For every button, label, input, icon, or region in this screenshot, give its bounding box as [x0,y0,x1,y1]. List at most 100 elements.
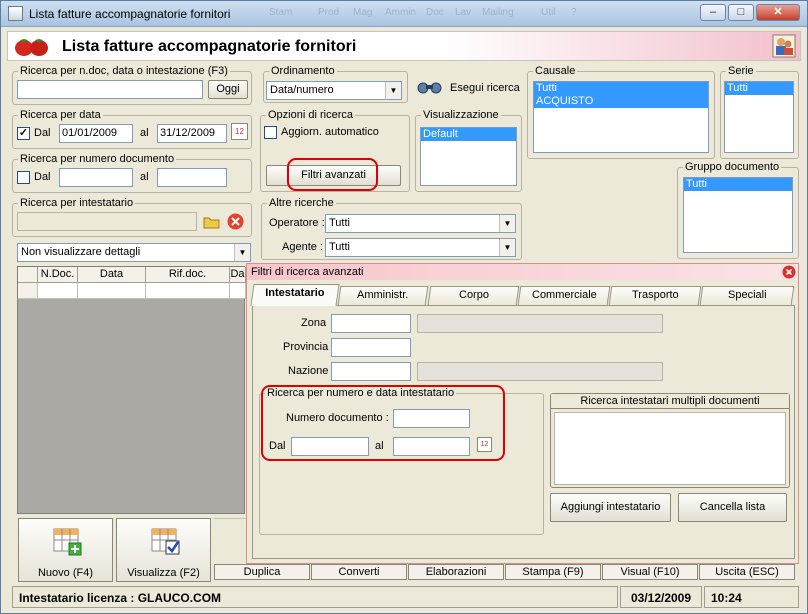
ordering-select[interactable]: Data/numero ▼ [266,81,402,100]
bg-menu-item: Doc [426,7,444,18]
tab-panel-intestatario: Zona Provincia Nazione Ricerca per numer… [252,305,795,559]
list-item[interactable]: Tutti [534,82,708,95]
documents-grid[interactable]: N.Doc. Data Rif.doc. Da [17,266,246,514]
date-checkbox[interactable]: ✓ [17,127,30,140]
close-icon[interactable] [782,265,796,279]
print-button[interactable]: Stampa (F9) [505,564,601,580]
run-search-label: Esegui ricerca [450,82,520,94]
operator-select[interactable]: Tutti ▼ [325,214,516,233]
details-select-value: Non visualizzare dettagli [21,246,141,258]
view-button[interactable]: Visualizza (F2) [116,518,211,582]
grid-header-more[interactable]: Da [230,267,246,283]
tab-intestatario[interactable]: Intestatario [250,284,340,306]
causale-legend: Causale [533,65,578,77]
province-input[interactable] [331,338,411,357]
nation-description [417,362,663,381]
grid-header-data[interactable]: Data [78,267,146,283]
strawberries-icon [15,39,48,56]
holder-input[interactable] [17,212,197,231]
auto-update-checkbox[interactable] [264,126,277,139]
visual-button[interactable]: Visual (F10) [602,564,698,580]
agent-select[interactable]: Tutti ▼ [325,238,516,257]
bg-menu-item: Prod [318,7,340,18]
today-button[interactable]: Oggi [208,80,248,99]
chevron-down-icon[interactable]: ▼ [234,244,250,261]
ordering-legend: Ordinamento [269,65,337,77]
docnum-from-input[interactable] [59,168,133,187]
operator-value: Tutti [329,217,350,229]
dialog-title-bar: Filtri di ricerca avanzati [247,264,798,280]
table-row[interactable] [78,283,146,299]
tab-speciali[interactable]: Speciali [699,286,795,305]
doc-group-list[interactable]: Tutti [683,177,793,253]
exit-button[interactable]: Uscita (ESC) [699,564,795,580]
docnum-to-input[interactable] [157,168,227,187]
grid-header-rifdoc[interactable]: Rif.doc. [146,267,230,283]
table-row[interactable] [38,283,78,299]
details-select[interactable]: Non visualizzare dettagli ▼ [17,243,251,262]
table-row[interactable] [230,283,246,299]
binoculars-icon [417,82,442,94]
serie-legend: Serie [726,65,756,77]
bg-menu-item: Stam [269,7,293,18]
minimize-button[interactable]: – [700,4,726,21]
bg-menu-item: Lav [455,7,472,18]
chevron-down-icon[interactable]: ▼ [499,239,515,256]
search-holder-legend: Ricerca per intestatario [18,197,136,209]
auto-update-label: Aggiorn. automatico [281,126,379,138]
zone-label: Zona [301,317,327,329]
view-list[interactable]: Default [420,127,517,186]
tab-corpo[interactable]: Corpo [427,286,520,305]
duplicate-button[interactable]: Duplica [214,564,310,580]
status-time: 10:24 [704,586,799,608]
agent-value: Tutti [329,241,350,253]
list-item[interactable]: ACQUISTO [534,95,708,108]
new-grid-icon [53,528,82,556]
clear-holder-icon[interactable] [226,212,245,231]
docnum-checkbox[interactable] [17,171,30,184]
multi-holders-group: Ricerca intestatari multipli documenti [550,393,790,488]
advanced-filters-dialog: Filtri di ricerca avanzati Intestatario … [246,263,799,564]
zone-input[interactable] [331,314,411,333]
grid-header-indicator [18,267,38,283]
convert-button[interactable]: Converti [311,564,407,580]
table-row[interactable] [146,283,230,299]
operator-label: Operatore : [269,217,325,229]
run-search-button[interactable]: Esegui ricerca [413,74,523,102]
docnum-from-label: Dal [34,171,51,183]
add-holder-button[interactable]: Aggiungi intestatario [550,493,671,522]
search-text-input[interactable] [17,80,203,99]
clear-list-button[interactable]: Cancella lista [678,493,787,522]
bg-menu-item: ? [571,7,577,18]
multi-holders-list[interactable] [554,412,786,485]
list-item[interactable]: Tutti [725,82,793,95]
date-from-input[interactable]: 01/01/2009 [59,124,133,143]
view-legend: Visualizzazione [421,109,501,121]
close-button[interactable]: ✕ [756,4,800,21]
view-grid-icon [151,528,180,555]
grid-header-ndoc[interactable]: N.Doc. [38,267,78,283]
list-item[interactable]: Tutti [684,178,792,191]
serie-list[interactable]: Tutti [724,81,794,153]
chevron-down-icon[interactable]: ▼ [499,215,515,232]
new-button-label: Nuovo (F4) [37,567,94,579]
highlight-annotation [261,385,505,461]
folder-icon[interactable] [202,212,221,231]
tab-commerciale[interactable]: Commerciale [517,286,611,305]
title-bar: Lista fatture accompagnatorie fornitori … [1,1,807,27]
causale-list[interactable]: Tutti ACQUISTO [533,81,709,153]
date-from-label: Dal [34,127,51,139]
list-item[interactable]: Default [421,128,516,141]
maximize-button[interactable]: □ [728,4,754,21]
multi-holders-header: Ricerca intestatari multipli documenti [551,394,789,409]
nation-input[interactable] [331,362,411,381]
bg-menu-item: Util [541,7,556,18]
date-to-input[interactable]: 31/12/2009 [157,124,227,143]
chevron-down-icon[interactable]: ▼ [385,82,401,99]
tab-trasporto[interactable]: Trasporto [608,286,702,305]
table-row[interactable] [18,283,38,299]
new-button[interactable]: Nuovo (F4) [18,518,113,582]
tab-amministr[interactable]: Amministr. [337,286,429,305]
calendar-icon[interactable]: 12 [231,123,248,140]
process-button[interactable]: Elaborazioni [408,564,504,580]
